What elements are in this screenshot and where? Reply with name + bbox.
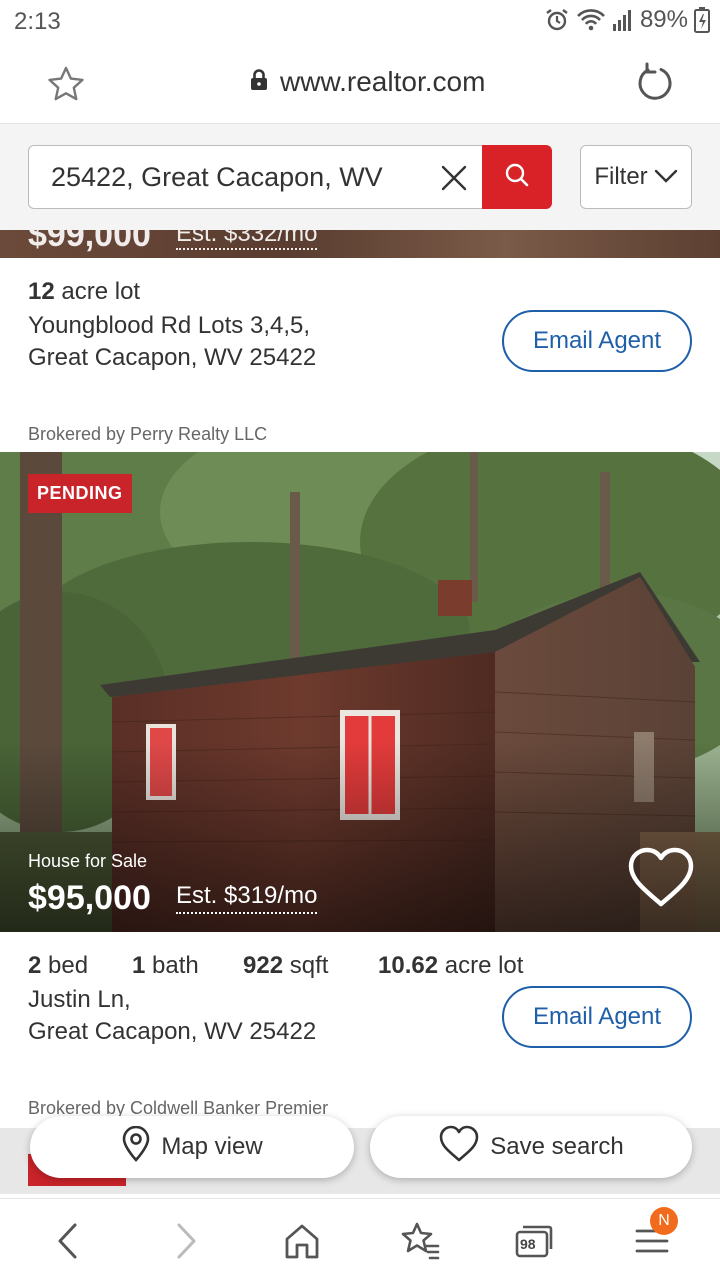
- previous-estimate-partial: Est. $332/mo: [176, 230, 318, 250]
- map-pin-icon: [121, 1125, 151, 1169]
- lot-size-value: 10.62: [378, 952, 439, 979]
- chevron-down-icon: [654, 163, 678, 191]
- baths-value: 1: [132, 952, 146, 979]
- listing-feature-lot: 10.62 acre lot: [378, 952, 523, 980]
- listing-card-info[interactable]: 2 bed 1 bath 922 sqft 10.62 acre lot Jus…: [0, 932, 720, 1132]
- favorite-heart-icon[interactable]: [626, 846, 696, 910]
- search-box: [28, 145, 482, 209]
- baths-label: bath: [152, 952, 199, 979]
- url-field[interactable]: www.realtor.com: [250, 66, 485, 98]
- beds-label: bed: [48, 952, 89, 979]
- back-arrow-icon[interactable]: [46, 1219, 90, 1263]
- lot-size-value: 12: [28, 278, 55, 305]
- filter-button[interactable]: Filter: [580, 145, 692, 209]
- reload-icon[interactable]: [634, 62, 676, 104]
- pending-badge: PENDING: [28, 474, 132, 513]
- battery-icon: [694, 7, 710, 33]
- tab-count: 98: [520, 1236, 536, 1252]
- bookmarks-icon[interactable]: [398, 1219, 442, 1263]
- lot-size-label: acre lot: [61, 278, 141, 305]
- menu-icon[interactable]: N: [630, 1207, 678, 1263]
- status-icons: 89%: [544, 6, 710, 34]
- sqft-label: sqft: [289, 952, 329, 979]
- beds-value: 2: [28, 952, 42, 979]
- listing-type: House for Sale: [28, 851, 148, 871]
- lot-size-label: acre lot: [444, 952, 524, 979]
- heart-icon: [438, 1125, 480, 1170]
- email-agent-button[interactable]: Email Agent: [502, 986, 692, 1048]
- map-view-button[interactable]: Map view: [30, 1116, 354, 1178]
- floating-actions: Map view Save search: [0, 1116, 720, 1196]
- address-line-2: Great Cacapon, WV 25422: [28, 1018, 317, 1045]
- clear-search-icon[interactable]: [440, 164, 468, 192]
- lock-icon: [250, 68, 268, 96]
- monthly-estimate-link[interactable]: Est. $319/mo: [176, 882, 318, 914]
- address-line-1: Youngblood Rd Lots 3,4,5,: [28, 312, 311, 339]
- location-search-input[interactable]: [51, 146, 431, 208]
- menu-notification-badge: N: [650, 1207, 678, 1235]
- bookmark-star-icon[interactable]: [46, 64, 86, 104]
- save-search-label: Save search: [490, 1133, 624, 1160]
- listing-feature-sqft: 922 sqft: [243, 952, 328, 980]
- home-icon[interactable]: [280, 1219, 324, 1263]
- url-text: www.realtor.com: [280, 66, 486, 97]
- search-button[interactable]: [482, 145, 552, 209]
- save-search-button[interactable]: Save search: [370, 1116, 692, 1178]
- search-icon: [504, 162, 530, 193]
- tabs-icon[interactable]: 98: [512, 1219, 556, 1263]
- browser-address-bar: www.realtor.com: [0, 44, 720, 124]
- address-line-2: Great Cacapon, WV 25422: [28, 344, 317, 371]
- signal-icon: [612, 8, 634, 32]
- alarm-icon: [544, 7, 570, 33]
- status-time: 2:13: [14, 8, 61, 35]
- listing-address[interactable]: Youngblood Rd Lots 3,4,5, Great Cacapon,…: [28, 310, 316, 374]
- listing-photo[interactable]: PENDING House for Sale $95,000 Est. $319…: [0, 452, 720, 932]
- listing-results[interactable]: $99,000 Est. $332/mo 12 acre lot Youngbl…: [0, 230, 720, 1198]
- listing-card-info[interactable]: 12 acre lot Youngblood Rd Lots 3,4,5, Gr…: [0, 258, 720, 452]
- listing-price: $95,000: [28, 879, 151, 917]
- wifi-icon: [576, 7, 606, 33]
- filter-label: Filter: [594, 163, 648, 190]
- listing-features: 2 bed: [28, 952, 88, 980]
- sqft-value: 922: [243, 952, 284, 979]
- listing-features: 12 acre lot: [28, 278, 140, 306]
- previous-listing-photo[interactable]: $99,000 Est. $332/mo: [0, 230, 720, 258]
- address-line-1: Justin Ln,: [28, 986, 131, 1013]
- listing-address[interactable]: Justin Ln, Great Cacapon, WV 25422: [28, 984, 316, 1048]
- map-view-label: Map view: [161, 1133, 263, 1160]
- broker-text: Brokered by Perry Realty LLC: [28, 424, 268, 444]
- forward-arrow-icon[interactable]: [164, 1219, 208, 1263]
- browser-bottom-nav: 98 N: [0, 1198, 720, 1280]
- previous-price-partial: $99,000: [28, 230, 151, 254]
- status-bar: 2:13 89%: [0, 0, 720, 44]
- search-bar: Filter: [0, 124, 720, 230]
- email-agent-button[interactable]: Email Agent: [502, 310, 692, 372]
- listing-feature-bath: 1 bath: [132, 952, 199, 980]
- battery-percent: 89%: [639, 6, 688, 33]
